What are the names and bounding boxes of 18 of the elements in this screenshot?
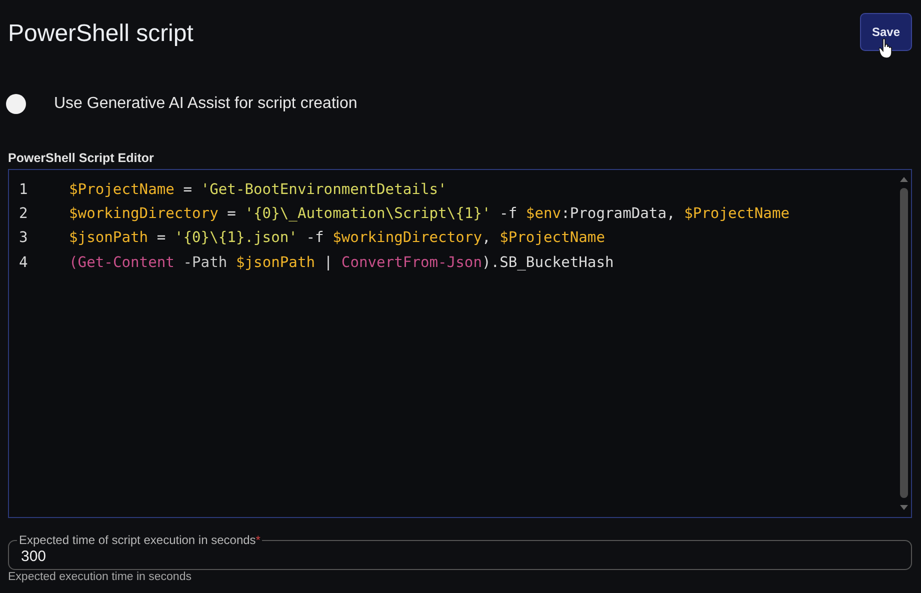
code-line: $workingDirectory = '{0}\_Automation\Script\{1}' -f $env:ProgramData, $ProjectName <box>69 204 790 222</box>
toggle-switch[interactable] <box>6 93 28 115</box>
code-editor[interactable] <box>8 169 912 518</box>
toggle-label: Use Generative AI Assist for script creation <box>54 95 358 113</box>
line-number: 3 <box>18 229 29 246</box>
execution-time-field[interactable]: Expected time of script execution in seconds* 300 <box>8 533 912 570</box>
field-value: 300 <box>21 548 46 565</box>
code-line: $jsonPath = '{0}\{1}.json' -f $workingDirectory, $ProjectName <box>69 229 605 246</box>
helper-text: Expected execution time in seconds <box>8 571 192 583</box>
code-line: (Get-Content -Path $jsonPath | ConvertFrom-Json).SB_BucketHash <box>69 254 614 271</box>
line-number: 2 <box>18 204 29 222</box>
line-number: 1 <box>18 180 29 198</box>
page-title: PowerShell script <box>8 20 194 48</box>
field-label: Expected time of script execution in seconds* <box>18 533 262 547</box>
code-line: $ProjectName = 'Get-BootEnvironmentDetails' <box>69 180 447 198</box>
editor-label: PowerShell Script Editor <box>8 151 154 165</box>
hand-cursor-icon <box>879 38 893 60</box>
line-number: 4 <box>18 254 29 271</box>
